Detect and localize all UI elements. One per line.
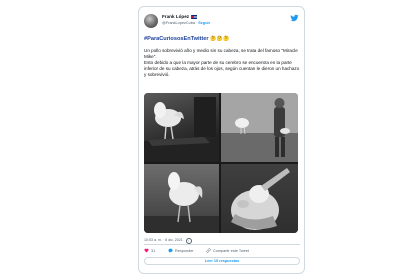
tweet-actions: 31 Responder Compartir este Tweet	[144, 248, 302, 254]
tweet-card[interactable]: Frank López @FrankLopezCuba·Seguir #Para…	[138, 6, 305, 274]
chicken-with-man-image	[221, 93, 298, 162]
photo-chicken-with-man[interactable]	[221, 93, 298, 162]
reply-label: Responder	[175, 248, 194, 253]
divider	[144, 244, 300, 245]
heart-icon	[144, 248, 149, 253]
standing-chicken-image	[144, 172, 219, 233]
author-name[interactable]: Frank López	[162, 14, 189, 19]
photo-headless-chicken-table[interactable]	[144, 93, 219, 162]
read-replies-button[interactable]: Leer 15 respuestas	[144, 257, 300, 265]
tweet-paragraph-2: Esto debido a que la mayor parte de su c…	[144, 59, 300, 77]
photo-chicken-standing[interactable]	[144, 164, 219, 233]
hashtag-line: #ParaCuriososEnTwitter 🤔🤔🤔	[144, 36, 230, 42]
share-button[interactable]: Compartir este Tweet	[206, 248, 249, 253]
tweet-paragraph-1: Un pollo sobrevivió año y medio sin su c…	[144, 48, 298, 59]
speech-bubble-icon	[168, 248, 173, 253]
like-count: 31	[151, 248, 156, 253]
feeding-dropper-image	[231, 168, 290, 230]
author-avatar[interactable]	[144, 14, 158, 28]
author-handle[interactable]: @FrankLopezCuba	[162, 21, 195, 25]
follow-button[interactable]: Seguir	[198, 21, 210, 25]
photo-grid[interactable]	[144, 93, 298, 233]
author-handle-row: @FrankLopezCuba·Seguir	[162, 20, 211, 25]
reply-button[interactable]: Responder	[168, 248, 194, 253]
hashtag-link[interactable]: #ParaCuriososEnTwitter	[144, 36, 209, 42]
tweet-timestamp[interactable]: 10:53 a. m. · 8 dic. 2021	[144, 238, 183, 242]
link-icon	[206, 248, 211, 253]
twitter-bird-icon[interactable]	[290, 14, 299, 22]
cuba-flag-icon	[191, 14, 198, 19]
like-button[interactable]: 31	[144, 248, 155, 253]
tweet-text: Un pollo sobrevivió año y medio sin su c…	[144, 48, 302, 78]
chicken-on-table-image	[144, 97, 219, 162]
photo-feeding-dropper[interactable]	[221, 164, 298, 233]
author-name-row[interactable]: Frank López	[162, 14, 198, 19]
share-label: Compartir este Tweet	[213, 248, 250, 253]
thinking-emoji: 🤔🤔🤔	[210, 36, 230, 42]
